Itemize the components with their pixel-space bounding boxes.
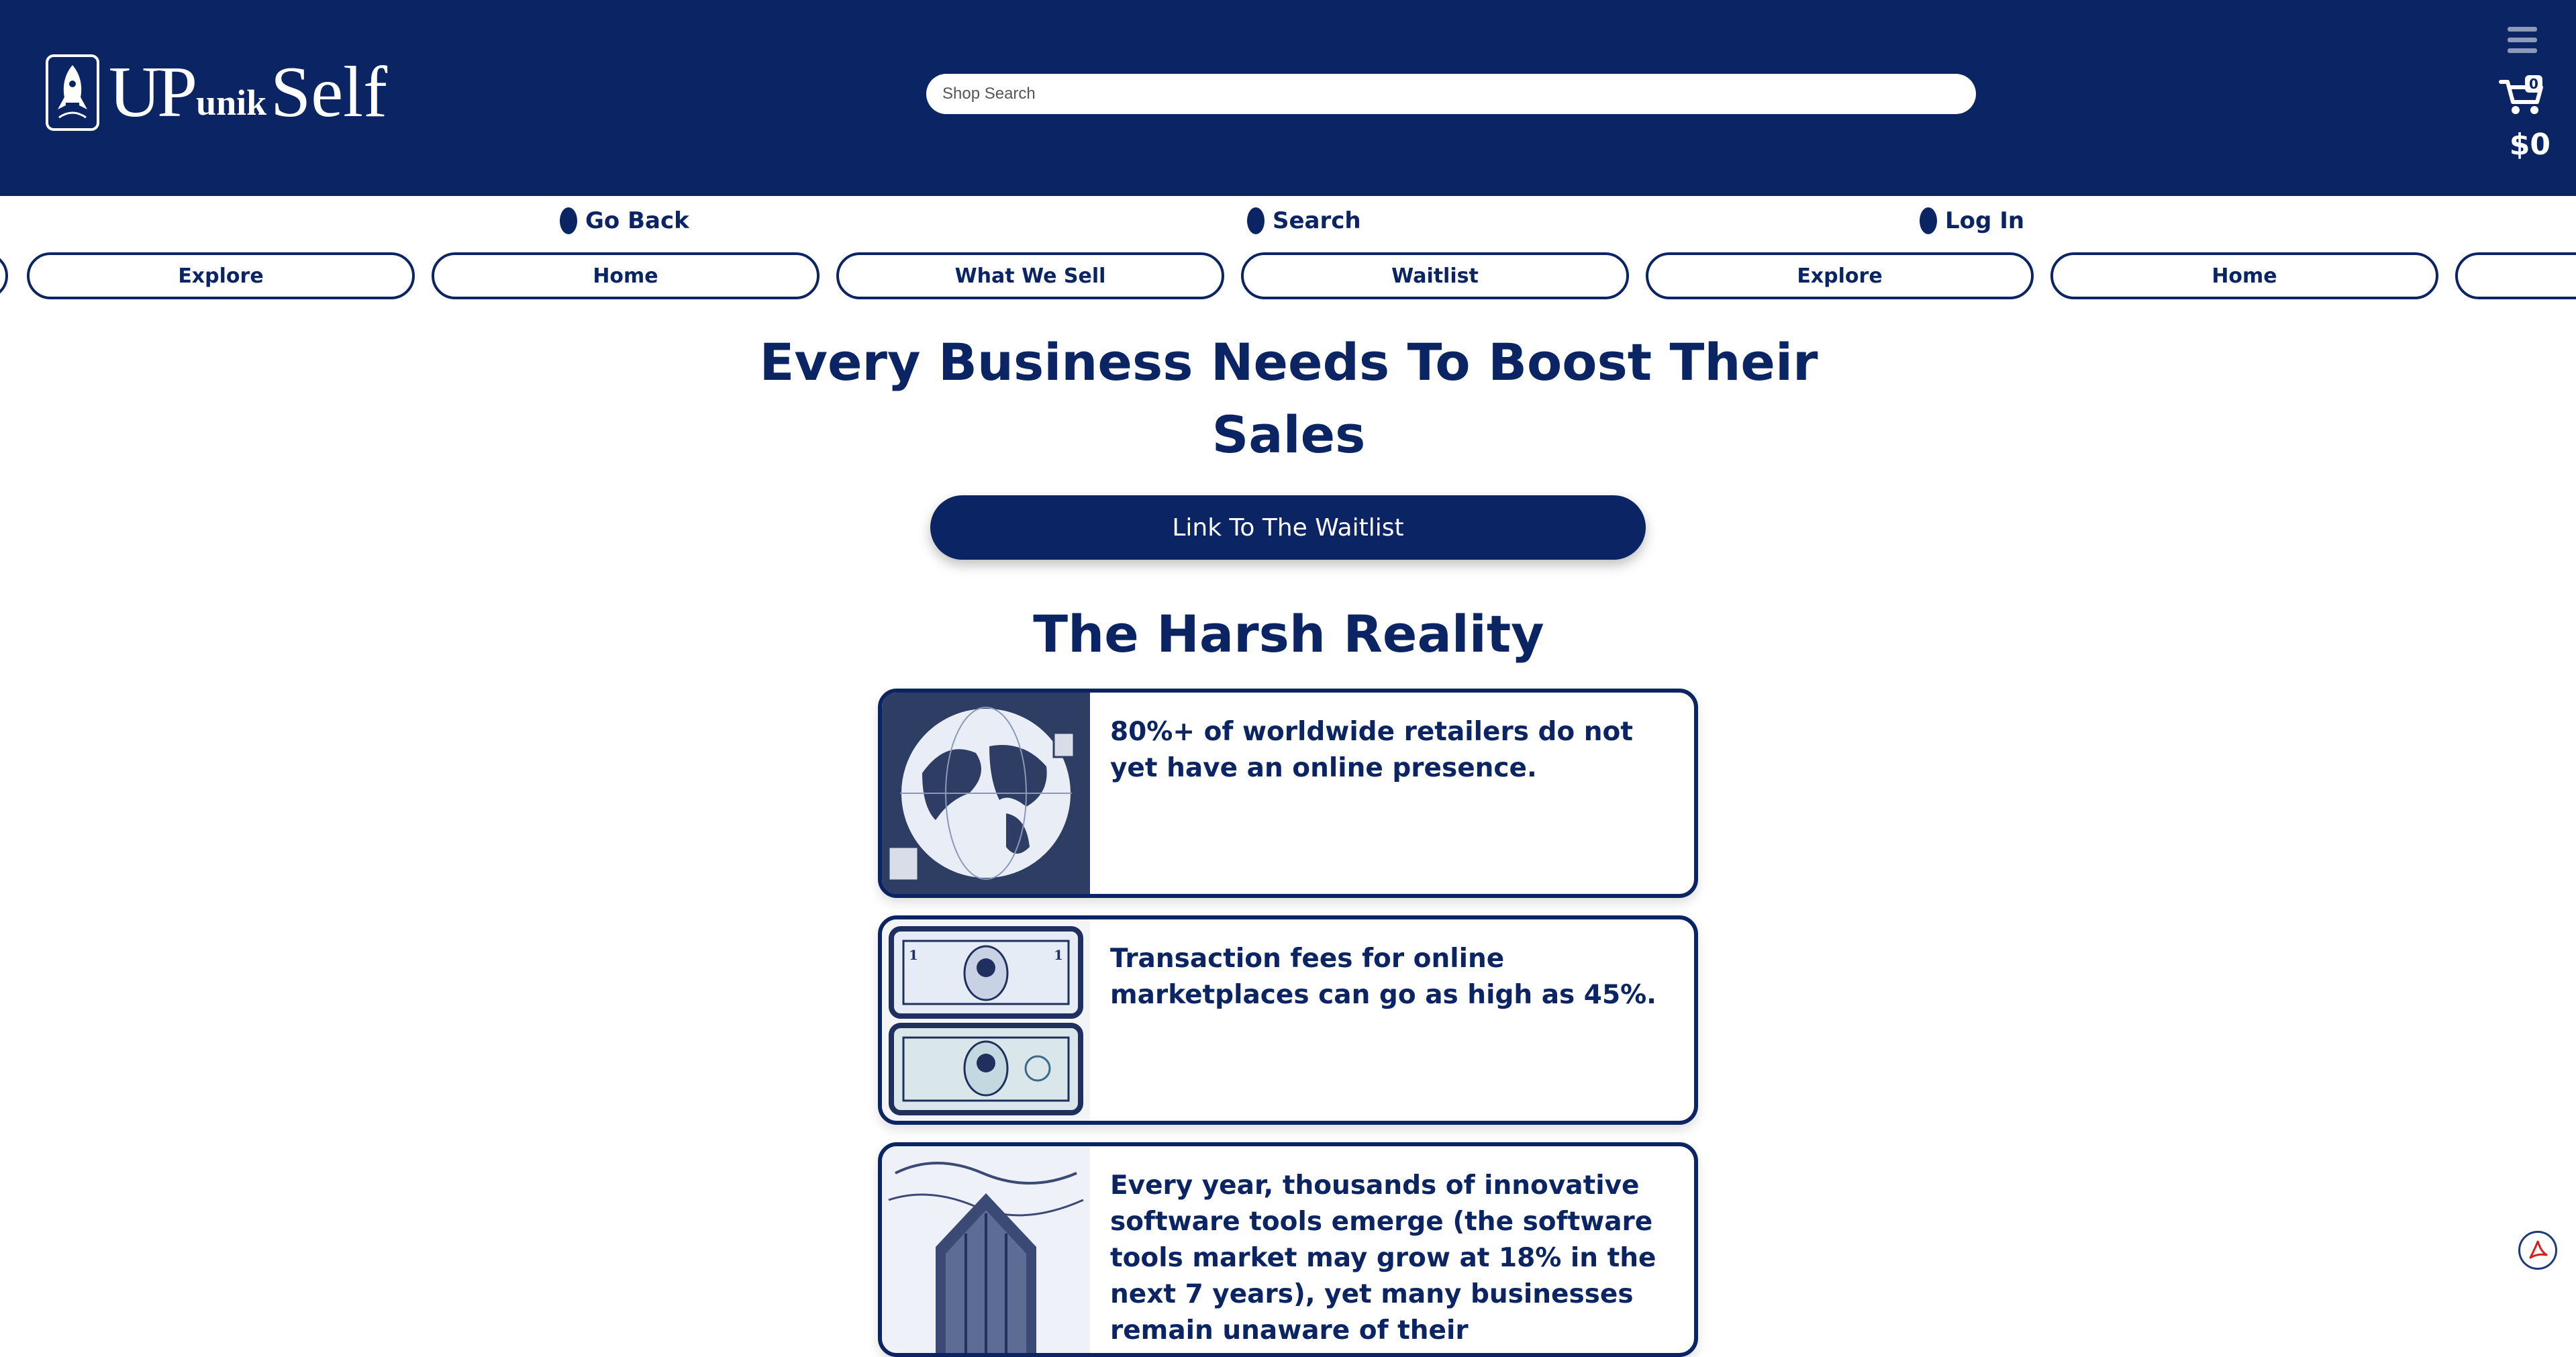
reality-card: 80%+ of worldwide retailers do not yet h… [878, 689, 1698, 898]
rocket-logo-icon [46, 54, 99, 131]
site-logo[interactable]: UP unik Self [46, 52, 387, 133]
page-heading: Every Business Needs To Boost Their Sale… [738, 326, 1839, 471]
svg-text:1: 1 [909, 947, 918, 963]
pdf-icon[interactable] [2518, 1231, 2557, 1270]
pill-partial-left[interactable] [0, 252, 8, 299]
reality-card: Every year, thousands of innovative soft… [878, 1142, 1698, 1357]
dollar-bills-image: 1 1 [882, 919, 1090, 1121]
logo-text-self: Self [270, 52, 388, 132]
section-title: The Harsh Reality [1033, 604, 1544, 664]
pill-home[interactable]: Home [432, 252, 820, 299]
page-heading-line1: Every Business Needs To Boost Their [759, 332, 1818, 392]
bullet-icon [1920, 207, 1937, 234]
reality-card-text: 80%+ of worldwide retailers do not yet h… [1110, 717, 1633, 783]
pill-partial-right[interactable] [2455, 252, 2576, 299]
go-back-link[interactable]: Go Back [560, 205, 689, 236]
log-in-label: Log In [1945, 207, 2025, 234]
search-label: Search [1273, 207, 1361, 234]
logo-text-unik: unik [196, 83, 267, 123]
bullet-icon [560, 207, 577, 234]
bullet-icon [1247, 207, 1265, 234]
search-placeholder: Shop Search [942, 85, 1036, 103]
menu-hamburger-icon[interactable] [2508, 27, 2537, 54]
category-pill-row: Explore Home What We Sell Waitlist Explo… [0, 251, 2576, 303]
cart-total: $0 [2509, 128, 2550, 162]
logo-text-up: UP [109, 52, 197, 132]
cart-count-badge: 0 [2525, 75, 2542, 93]
pill-explore[interactable]: Explore [27, 252, 415, 299]
shop-search-input[interactable]: Shop Search [926, 74, 1976, 114]
log-in-link[interactable]: Log In [1920, 205, 2024, 236]
pill-what-we-sell[interactable]: What We Sell [836, 252, 1224, 299]
pill-home-2[interactable]: Home [2050, 252, 2438, 299]
reality-card-text: Transaction fees for online marketplaces… [1110, 944, 1656, 1010]
page-heading-line2: Sales [1211, 405, 1366, 464]
pill-explore-2[interactable]: Explore [1646, 252, 2034, 299]
search-link[interactable]: Search [1247, 205, 1361, 236]
reality-card: 1 1 Transaction fees for online marketpl… [878, 915, 1698, 1125]
globe-image [882, 693, 1090, 894]
reality-card-text: Every year, thousands of innovative soft… [1110, 1170, 1656, 1346]
house-sketch-image [882, 1146, 1090, 1353]
svg-text:1: 1 [1054, 947, 1063, 963]
pill-waitlist[interactable]: Waitlist [1241, 252, 1629, 299]
site-header: UP unik Self Shop Search 0 $0 [0, 0, 2576, 196]
waitlist-link-button[interactable]: Link To The Waitlist [930, 495, 1646, 560]
go-back-label: Go Back [585, 207, 689, 234]
